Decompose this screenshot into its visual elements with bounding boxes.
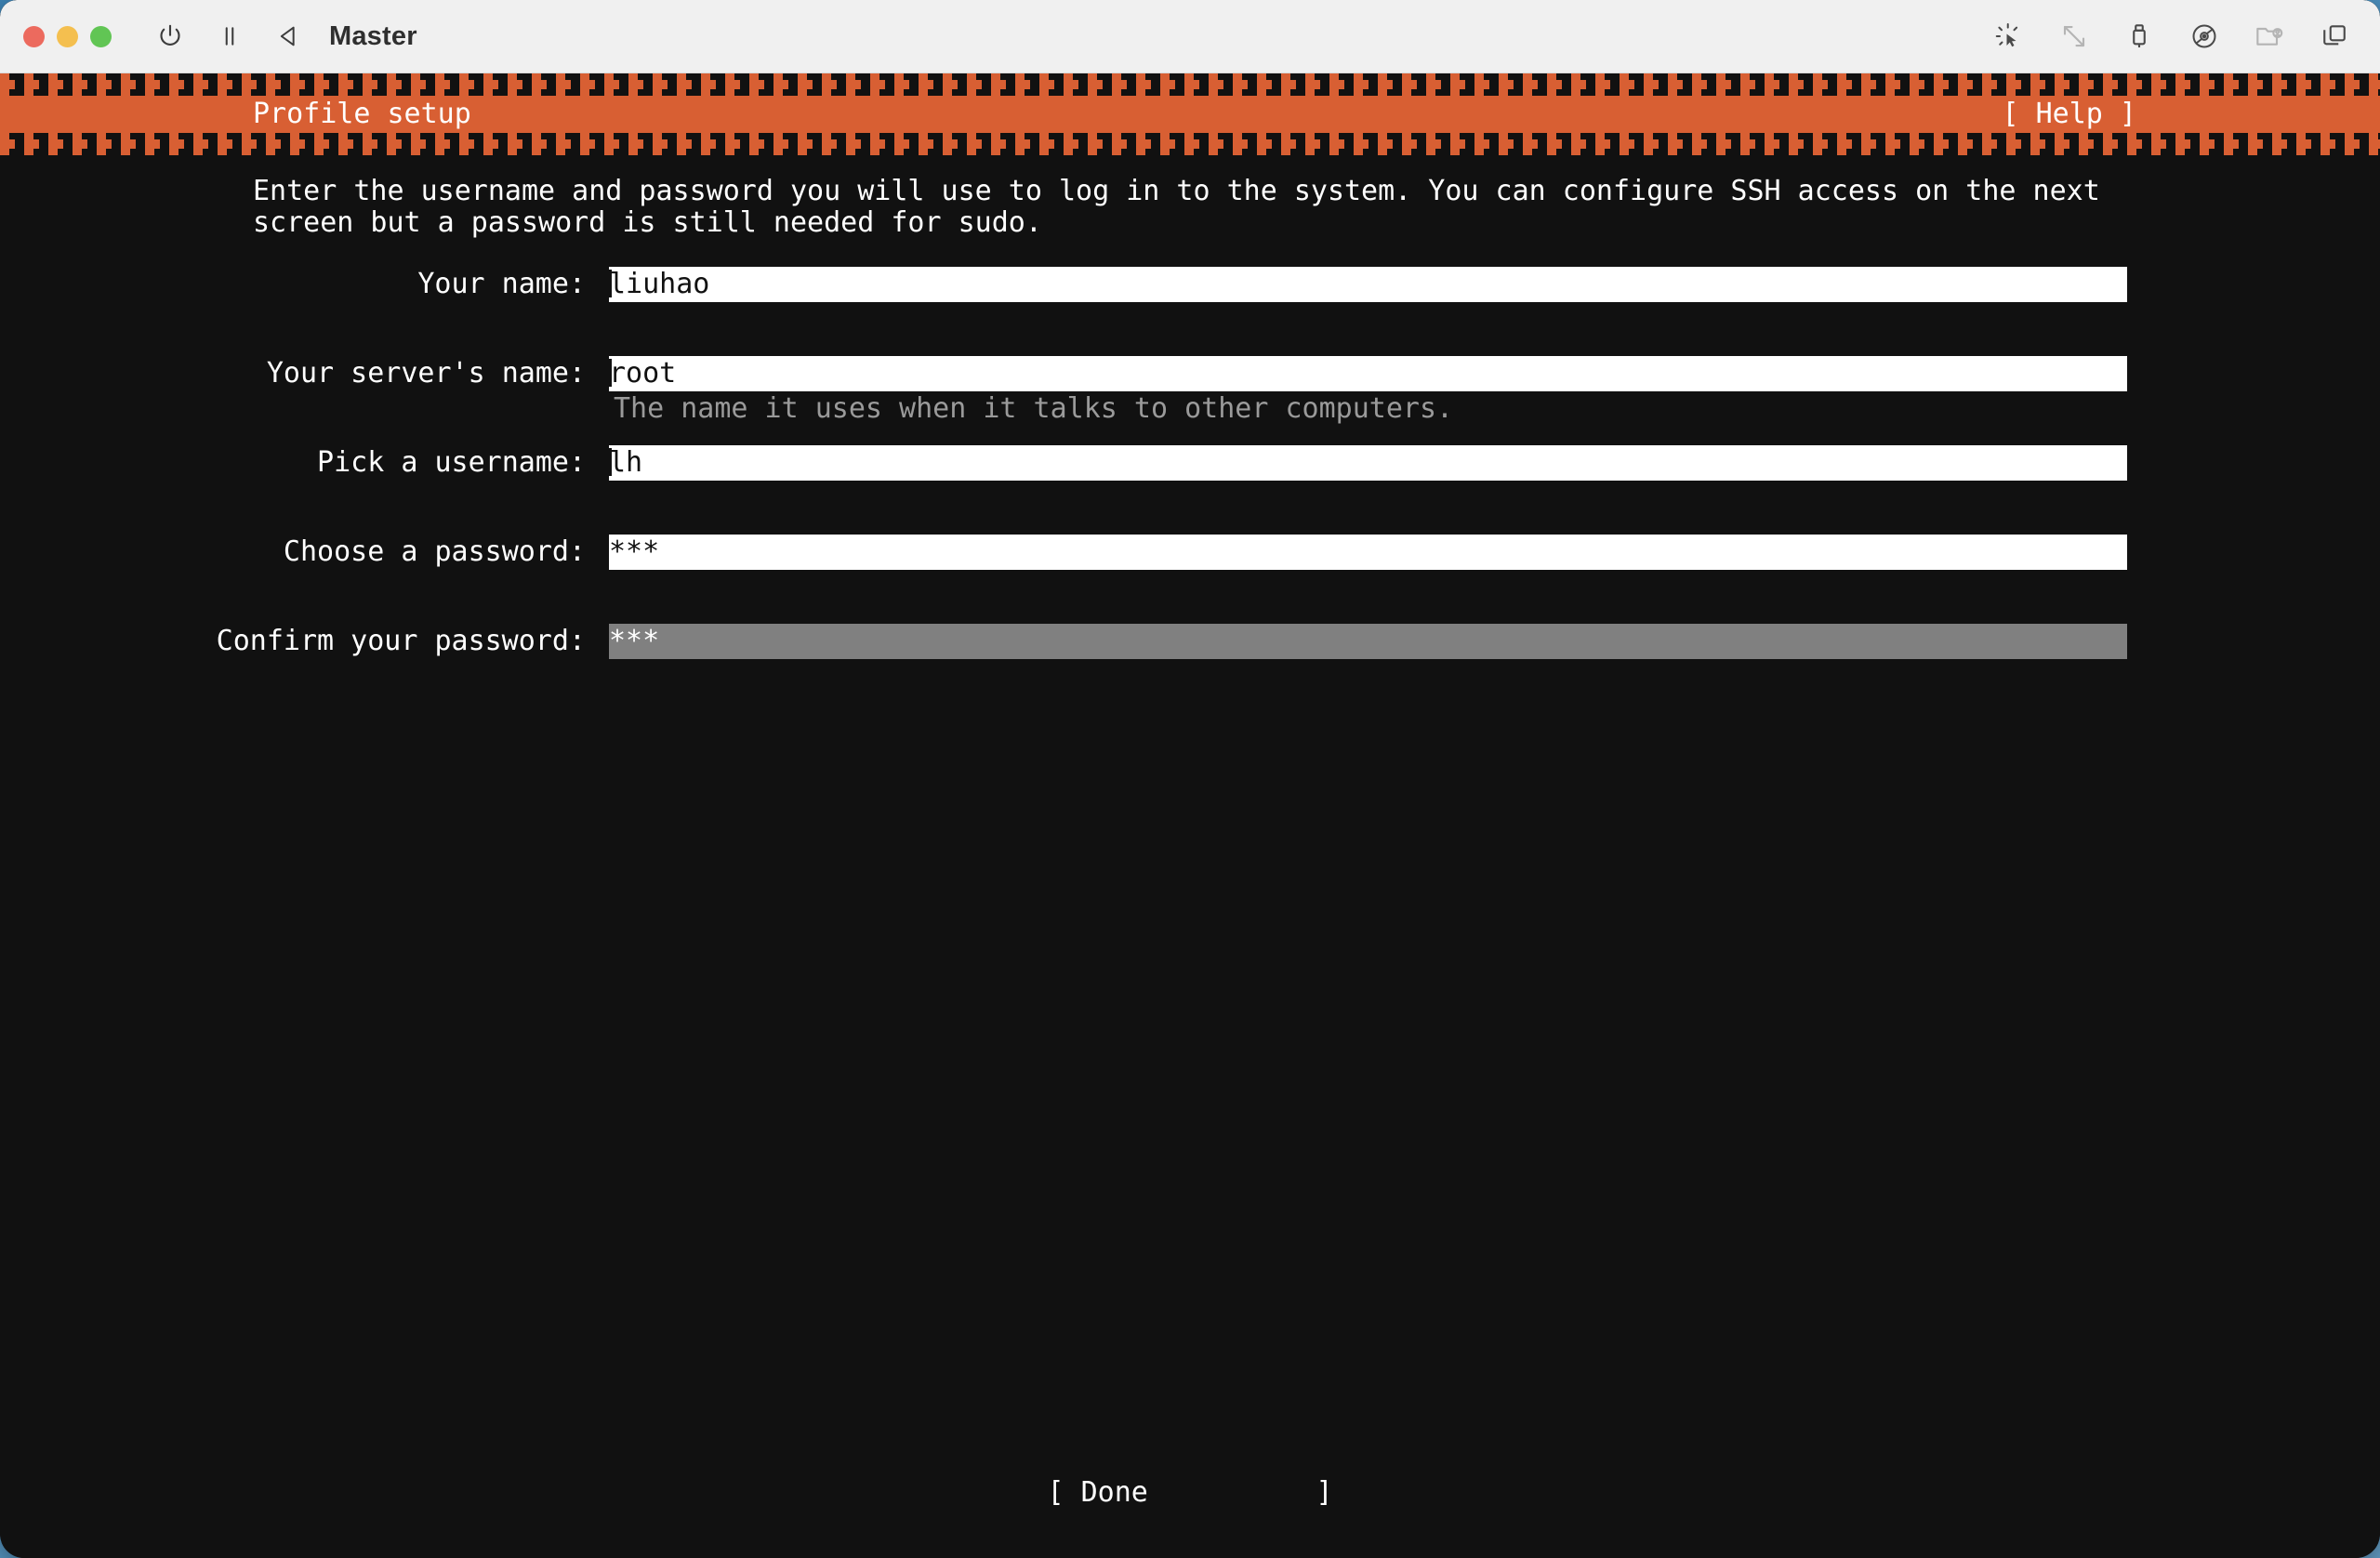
- windows-stack-icon[interactable]: [2313, 15, 2356, 58]
- input-username[interactable]: lh: [609, 445, 2127, 481]
- shared-folder-icon[interactable]: [2248, 15, 2291, 58]
- window-titlebar: Master: [0, 0, 2380, 73]
- help-button[interactable]: [ Help ]: [2003, 96, 2137, 133]
- input-password-value: ***: [609, 535, 660, 568]
- power-icon[interactable]: [149, 15, 192, 58]
- done-button[interactable]: [ Done ]: [1047, 1475, 1332, 1511]
- window-title: Master: [329, 20, 417, 51]
- input-your-name-value: liuhao: [609, 268, 710, 300]
- pause-icon[interactable]: [208, 15, 251, 58]
- intro-text: Enter the username and password you will…: [253, 175, 2117, 239]
- minimize-window-button[interactable]: [57, 25, 78, 47]
- profile-setup-form: Your name: liuhao Your server's name: ro…: [0, 267, 2380, 713]
- page-title: Profile setup: [253, 98, 471, 130]
- field-row-server-name: Your server's name: root The name it use…: [0, 356, 2380, 445]
- cursor-click-icon[interactable]: [1988, 15, 2030, 58]
- resize-diagonal-icon[interactable]: [2053, 15, 2096, 58]
- input-confirm-password[interactable]: ***: [609, 624, 2127, 659]
- field-row-your-name: Your name: liuhao: [0, 267, 2380, 356]
- field-row-password: Choose a password: ***: [0, 535, 2380, 624]
- input-your-name[interactable]: liuhao: [609, 267, 2127, 302]
- input-server-name[interactable]: root: [609, 356, 2127, 391]
- label-server-name: Your server's name:: [266, 357, 586, 390]
- decorative-band-bottom: [0, 133, 2380, 155]
- maximize-window-button[interactable]: [90, 25, 112, 47]
- vm-window: Master Profile setup [Help] Enter the …: [0, 0, 2380, 1558]
- input-confirm-password-value: ***: [609, 625, 660, 657]
- hint-server-name: The name it uses when it talks to other …: [614, 392, 1454, 425]
- back-triangle-icon[interactable]: [268, 15, 311, 58]
- field-row-confirm-password: Confirm your password: ***: [0, 624, 2380, 713]
- input-password[interactable]: ***: [609, 535, 2127, 570]
- optical-disc-icon[interactable]: [2183, 15, 2226, 58]
- close-window-button[interactable]: [23, 25, 45, 47]
- input-username-value: lh: [609, 446, 643, 479]
- input-server-name-value: root: [609, 357, 677, 390]
- label-username: Pick a username:: [317, 446, 586, 479]
- installer-terminal[interactable]: Profile setup [ Help ] Enter the usernam…: [0, 73, 2380, 1558]
- installer-body: Enter the username and password you will…: [0, 155, 2380, 713]
- titlebar-tool-icons: [1988, 0, 2356, 73]
- label-password: Choose a password:: [283, 535, 586, 568]
- label-confirm-password: Confirm your password:: [216, 625, 586, 657]
- field-row-username: Pick a username: lh: [0, 445, 2380, 535]
- label-your-name: Your name:: [417, 268, 586, 300]
- installer-header: Profile setup [ Help ]: [0, 96, 2380, 133]
- decorative-band-top: [0, 73, 2380, 96]
- usb-icon[interactable]: [2118, 15, 2161, 58]
- installer-footer: [ Done ]: [0, 1475, 2380, 1511]
- traffic-lights: [23, 25, 112, 47]
